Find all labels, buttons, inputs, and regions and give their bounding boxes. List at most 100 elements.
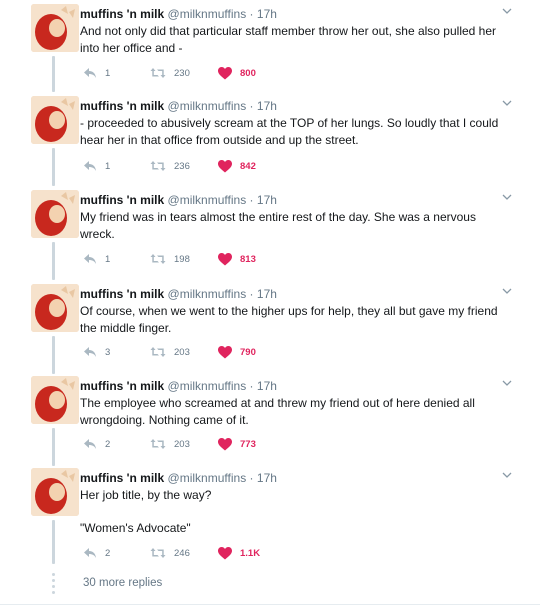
reply-arrow-icon (84, 347, 96, 357)
reply-count: 2 (105, 547, 111, 559)
retweet-button[interactable]: 246 (150, 545, 190, 561)
separator: · (249, 379, 254, 393)
separator: · (249, 471, 254, 485)
reply-button[interactable]: 2 (83, 436, 110, 452)
retweet-icon (150, 161, 166, 171)
chevron-down-icon[interactable] (502, 98, 512, 108)
avatar-image (31, 376, 79, 424)
heart-icon (218, 66, 232, 79)
timestamp[interactable]: 17h (257, 99, 277, 113)
avatar-image (31, 4, 79, 52)
retweet-icon (150, 439, 166, 449)
reply-button[interactable]: 2 (83, 545, 110, 561)
separator: · (249, 99, 254, 113)
reply-button[interactable]: 1 (83, 158, 110, 174)
tweet-paragraph: My friend was in tears almost the entire… (80, 210, 476, 241)
retweet-icon (150, 68, 166, 78)
tweet-actions: 1 236 842 (80, 158, 320, 174)
tweet[interactable]: muffins 'n milk @milknmuffins · 17h My f… (0, 190, 540, 280)
tweet-text: My friend was in tears almost the entire… (80, 209, 512, 243)
reply-arrow-icon (84, 254, 96, 264)
retweet-count: 236 (174, 160, 190, 172)
retweet-button[interactable]: 203 (150, 344, 190, 360)
tweet-text: The employee who screamed at and threw m… (80, 395, 512, 429)
tweet-header: muffins 'n milk @milknmuffins · 17h (80, 287, 277, 301)
like-button[interactable]: 842 (218, 158, 256, 174)
retweet-count: 203 (174, 346, 190, 358)
display-name[interactable]: muffins 'n milk (80, 7, 164, 21)
thread-line (52, 148, 55, 186)
like-button[interactable]: 1.1K (218, 545, 260, 561)
tweet[interactable]: muffins 'n milk @milknmuffins · 17h - pr… (0, 96, 540, 186)
thread-line (52, 56, 55, 92)
reply-button[interactable]: 3 (83, 344, 110, 360)
avatar[interactable] (31, 376, 79, 424)
more-replies-link[interactable]: 30 more replies (83, 577, 162, 589)
timestamp[interactable]: 17h (257, 287, 277, 301)
username[interactable]: @milknmuffins (168, 7, 247, 21)
username[interactable]: @milknmuffins (168, 287, 247, 301)
tweet[interactable]: muffins 'n milk @milknmuffins · 17h The … (0, 376, 540, 466)
username[interactable]: @milknmuffins (168, 193, 247, 207)
display-name[interactable]: muffins 'n milk (80, 193, 164, 207)
chevron-down-icon[interactable] (502, 378, 512, 388)
reply-arrow-icon (84, 548, 96, 558)
username[interactable]: @milknmuffins (168, 471, 247, 485)
tweet-paragraph: The employee who screamed at and threw m… (80, 396, 475, 427)
thread-line (52, 242, 55, 280)
timestamp[interactable]: 17h (257, 379, 277, 393)
avatar[interactable] (31, 4, 79, 52)
username[interactable]: @milknmuffins (168, 99, 247, 113)
retweet-button[interactable]: 198 (150, 251, 190, 267)
retweet-count: 230 (174, 67, 190, 79)
tweet-text: And not only did that particular staff m… (80, 23, 512, 57)
tweet-text: Her job title, by the way? "Women's Advo… (80, 487, 512, 537)
like-button[interactable]: 800 (218, 65, 256, 81)
display-name[interactable]: muffins 'n milk (80, 379, 164, 393)
retweet-button[interactable]: 230 (150, 65, 190, 81)
like-button[interactable]: 813 (218, 251, 256, 267)
timestamp[interactable]: 17h (257, 193, 277, 207)
like-count: 842 (240, 160, 256, 172)
retweet-icon (150, 254, 166, 264)
display-name[interactable]: muffins 'n milk (80, 99, 164, 113)
reply-arrow-icon (84, 439, 96, 449)
chevron-down-icon[interactable] (502, 286, 512, 296)
like-button[interactable]: 790 (218, 344, 256, 360)
like-button[interactable]: 773 (218, 436, 256, 452)
tweet-header: muffins 'n milk @milknmuffins · 17h (80, 7, 277, 21)
avatar[interactable] (31, 284, 79, 332)
tweet[interactable]: muffins 'n milk @milknmuffins · 17h Of c… (0, 284, 540, 374)
like-count: 773 (240, 438, 256, 450)
separator: · (249, 287, 254, 301)
avatar[interactable] (31, 468, 79, 516)
chevron-down-icon[interactable] (502, 470, 512, 480)
timestamp[interactable]: 17h (257, 7, 277, 21)
retweet-button[interactable]: 203 (150, 436, 190, 452)
chevron-down-icon[interactable] (502, 192, 512, 202)
retweet-count: 198 (174, 253, 190, 265)
display-name[interactable]: muffins 'n milk (80, 471, 164, 485)
tweet-header: muffins 'n milk @milknmuffins · 17h (80, 99, 277, 113)
tweet-paragraph: - proceeded to abusively scream at the T… (80, 116, 499, 147)
chevron-down-icon[interactable] (502, 6, 512, 16)
heart-icon (218, 546, 232, 559)
reply-button[interactable]: 1 (83, 251, 110, 267)
display-name[interactable]: muffins 'n milk (80, 287, 164, 301)
tweet-paragraph: "Women's Advocate" (80, 521, 191, 535)
avatar[interactable] (31, 190, 79, 238)
retweet-button[interactable]: 236 (150, 158, 190, 174)
separator: · (249, 193, 254, 207)
tweet[interactable]: muffins 'n milk @milknmuffins · 17h Her … (0, 468, 540, 568)
tweet-header: muffins 'n milk @milknmuffins · 17h (80, 379, 277, 393)
tweet[interactable]: muffins 'n milk @milknmuffins · 17h And … (0, 4, 540, 92)
reply-count: 2 (105, 438, 111, 450)
reply-button[interactable]: 1 (83, 65, 110, 81)
tweet-actions: 1 198 813 (80, 251, 320, 267)
username[interactable]: @milknmuffins (168, 379, 247, 393)
reply-count: 1 (105, 160, 111, 172)
reply-count: 1 (105, 253, 111, 265)
avatar[interactable] (31, 96, 79, 144)
timestamp[interactable]: 17h (257, 471, 277, 485)
divider (0, 604, 540, 605)
